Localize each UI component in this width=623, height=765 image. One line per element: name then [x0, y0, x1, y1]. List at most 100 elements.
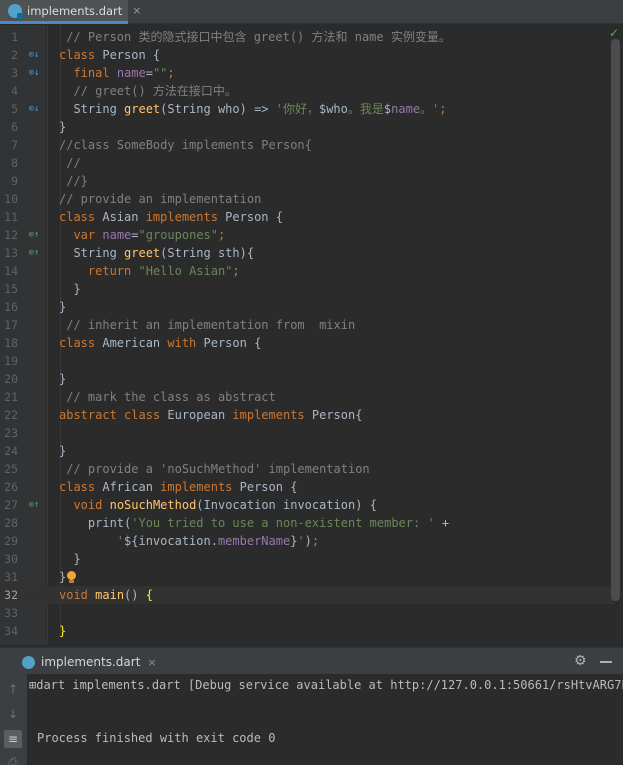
gear-icon[interactable]: ⚙	[574, 653, 587, 669]
overrides-marker-icon[interactable]: ⊙↑	[26, 247, 42, 259]
implemented-marker-icon[interactable]: ⊙↓	[26, 49, 42, 61]
code-token: "Hello Asian"	[138, 264, 233, 278]
code-line[interactable]: 10 // provide an implementation	[0, 190, 614, 208]
code-token: 。'	[420, 102, 440, 116]
overrides-marker-icon[interactable]: ⊙↑	[26, 229, 42, 241]
code-token: final	[73, 66, 110, 80]
code-line[interactable]: 30 }	[0, 550, 614, 568]
line-number: 14	[4, 264, 18, 278]
print-icon[interactable]: ⎙	[4, 753, 22, 765]
code-token: )	[304, 534, 312, 548]
code-line[interactable]: 5 ⊙↓ String greet(String who) => '你好，$who…	[0, 100, 614, 118]
code-line[interactable]: 23	[0, 424, 614, 442]
code-token: Person {	[217, 210, 283, 224]
line-number: 30	[4, 552, 18, 566]
run-console[interactable]: ↑ ↓ ≡ ⎙ ⊞dart implements.dart [Debug ser…	[0, 674, 623, 765]
code-line[interactable]: 13 ⊙↑ String greet(String sth){	[0, 244, 614, 262]
code-token: '	[297, 534, 305, 548]
check-icon[interactable]: ✓	[609, 26, 619, 40]
code-line[interactable]: 11 class Asian implements Person {	[0, 208, 614, 226]
close-icon[interactable]: ×	[132, 4, 141, 17]
code-line[interactable]: 9 //}	[0, 172, 614, 190]
code-text: //}	[59, 172, 88, 190]
code-token: (Invocation invocation) {	[196, 498, 377, 512]
code-text: //class SomeBody implements Person{	[59, 136, 312, 154]
line-number: 2	[11, 48, 18, 62]
line-number: 23	[4, 426, 18, 440]
lightbulb-icon[interactable]	[66, 571, 77, 583]
code-token: 'You tried to use a non-existent member:…	[131, 516, 435, 530]
code-line[interactable]: 24}	[0, 442, 614, 460]
close-icon[interactable]: ×	[147, 656, 156, 669]
code-line[interactable]: 29 '${invocation.memberName}');	[0, 532, 614, 550]
code-editor[interactable]: 1 // Person 类的隐式接口中包含 greet() 方法和 name 实…	[0, 25, 623, 645]
soft-wrap-icon[interactable]: ≡	[4, 730, 22, 748]
code-token: // inherit an implementation from mixin	[59, 318, 356, 332]
code-line[interactable]: 19	[0, 352, 614, 370]
code-line[interactable]: 17 // inherit an implementation from mix…	[0, 316, 614, 334]
code-token: '你好，	[275, 102, 319, 116]
code-line[interactable]: 2 ⊙↓ class Person {	[0, 46, 614, 64]
code-line[interactable]: 21 // mark the class as abstract	[0, 388, 614, 406]
run-tab-implements-dart[interactable]: implements.dart ×	[22, 652, 157, 672]
code-line[interactable]: 32 void main() {	[0, 586, 614, 604]
code-token: '	[116, 534, 125, 548]
code-token: ()	[124, 588, 146, 602]
code-line[interactable]: 25 // provide a 'noSuchMethod' implement…	[0, 460, 614, 478]
code-line[interactable]: 34}	[0, 622, 614, 640]
code-line[interactable]: 3 ⊙↓ final name="";	[0, 64, 614, 82]
code-text: // provide an implementation	[59, 190, 261, 208]
overrides-marker-icon[interactable]: ⊙↑	[26, 499, 42, 511]
code-token: greet	[124, 246, 161, 260]
code-line[interactable]: 14 return "Hello Asian";	[0, 262, 614, 280]
code-line[interactable]: 15 }	[0, 280, 614, 298]
code-token: }	[59, 300, 67, 314]
code-line[interactable]: 4 // greet() 方法在接口中。	[0, 82, 614, 100]
scroll-down-icon[interactable]: ↓	[4, 705, 22, 723]
vertical-scrollbar[interactable]	[611, 39, 620, 601]
code-line[interactable]: 20}	[0, 370, 614, 388]
code-line[interactable]: 27 ⊙↑ void noSuchMethod(Invocation invoca…	[0, 496, 614, 514]
code-line[interactable]: 28 print('You tried to use a non-existen…	[0, 514, 614, 532]
implemented-marker-icon[interactable]: ⊙↓	[26, 103, 42, 115]
code-token: }	[59, 570, 67, 584]
line-number: 16	[4, 300, 18, 314]
code-line[interactable]: 31}	[0, 568, 614, 586]
line-number: 34	[4, 624, 18, 638]
code-line[interactable]: 7 //class SomeBody implements Person{	[0, 136, 614, 154]
code-text: }	[59, 298, 66, 316]
code-token: return	[87, 264, 132, 278]
code-token: Person {	[95, 48, 161, 62]
code-line[interactable]: 22 abstract class European implements Per…	[0, 406, 614, 424]
implemented-marker-icon[interactable]: ⊙↓	[26, 67, 42, 79]
editor-tab-bar: implements.dart ×	[0, 0, 623, 24]
editor-tab-label: implements.dart	[27, 3, 123, 18]
editor-tab-implements-dart[interactable]: implements.dart ×	[0, 0, 142, 24]
scroll-up-icon[interactable]: ↑	[4, 680, 22, 698]
code-line[interactable]: 16}	[0, 298, 614, 316]
code-line[interactable]: 12 ⊙↑ var name="groupones";	[0, 226, 614, 244]
line-number: 7	[11, 138, 18, 152]
code-line[interactable]: 26 class African implements Person {	[0, 478, 614, 496]
code-token: // Person 类的隐式接口中包含 greet() 方法和 name 实例变…	[59, 30, 451, 44]
code-token: //class SomeBody implements Person{	[59, 138, 312, 152]
minimize-icon[interactable]	[600, 661, 612, 663]
code-token: name	[391, 102, 421, 116]
code-text: class Person {	[59, 46, 160, 64]
code-token: class	[59, 480, 96, 494]
code-token: name	[102, 228, 132, 242]
code-token: Person{	[304, 408, 363, 422]
code-line[interactable]: 6}	[0, 118, 614, 136]
code-line[interactable]: 1 // Person 类的隐式接口中包含 greet() 方法和 name 实…	[0, 28, 614, 46]
code-token: ;	[311, 534, 320, 548]
code-line[interactable]: 33	[0, 604, 614, 622]
code-line[interactable]: 18 class American with Person {	[0, 334, 614, 352]
code-token: ;	[232, 264, 240, 278]
code-line[interactable]: 8 //	[0, 154, 614, 172]
